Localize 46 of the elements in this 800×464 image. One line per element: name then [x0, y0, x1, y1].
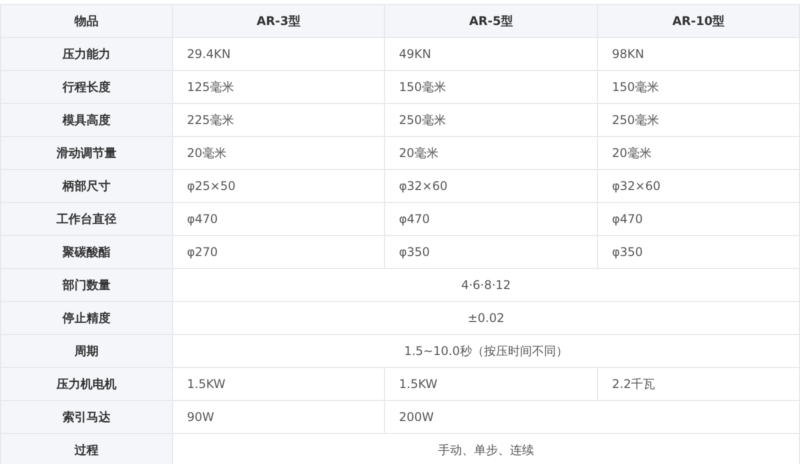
table-cell: φ270	[172, 236, 384, 268]
table-cell: 98KN	[598, 38, 800, 70]
table-cell: 250毫米	[384, 104, 598, 136]
row-header: 部门数量	[0, 268, 172, 302]
table-cell: 200W	[384, 400, 800, 434]
column-header: AR-10型	[598, 4, 800, 38]
table-cell: φ350	[598, 236, 800, 268]
column-header: AR-5型	[384, 4, 598, 38]
table-cell: 20毫米	[384, 136, 598, 170]
table-cell: 225毫米	[172, 104, 384, 136]
row-header: 模具高度	[0, 104, 172, 136]
row-header: 工作台直径	[0, 202, 172, 236]
row-header: 行程长度	[0, 70, 172, 104]
row-header: 停止精度	[0, 302, 172, 334]
table-cell: 4·6·8·12	[172, 268, 800, 302]
row-header: 压力机电机	[0, 368, 172, 400]
table-cell: 125毫米	[172, 70, 384, 104]
table-cell: 20毫米	[172, 136, 384, 170]
table-cell: 1.5KW	[384, 368, 598, 400]
table-cell: 90W	[172, 400, 384, 434]
row-header: 压力能力	[0, 38, 172, 70]
row-header: 柄部尺寸	[0, 170, 172, 202]
table-cell: φ470	[172, 202, 384, 236]
row-header: 聚碳酸酯	[0, 236, 172, 268]
table-cell: 2.2千瓦	[598, 368, 800, 400]
table-cell: φ32×60	[384, 170, 598, 202]
table-cell: ±0.02	[172, 302, 800, 334]
table-cell: 150毫米	[384, 70, 598, 104]
row-header: 滑动调节量	[0, 136, 172, 170]
table-cell: 29.4KN	[172, 38, 384, 70]
table-cell: 1.5KW	[172, 368, 384, 400]
row-header: 过程	[0, 434, 172, 464]
table-cell: φ350	[384, 236, 598, 268]
column-header: AR-3型	[172, 4, 384, 38]
table-cell: 150毫米	[598, 70, 800, 104]
column-header: 物品	[0, 4, 172, 38]
table-cell: φ32×60	[598, 170, 800, 202]
table-cell: 1.5~10.0秒（按压时间不同）	[172, 334, 800, 368]
table-cell: φ470	[598, 202, 800, 236]
table-cell: 49KN	[384, 38, 598, 70]
table-cell: φ470	[384, 202, 598, 236]
row-header: 索引马达	[0, 400, 172, 434]
table-cell: φ25×50	[172, 170, 384, 202]
table-cell: 20毫米	[598, 136, 800, 170]
row-header: 周期	[0, 334, 172, 368]
table-cell: 250毫米	[598, 104, 800, 136]
